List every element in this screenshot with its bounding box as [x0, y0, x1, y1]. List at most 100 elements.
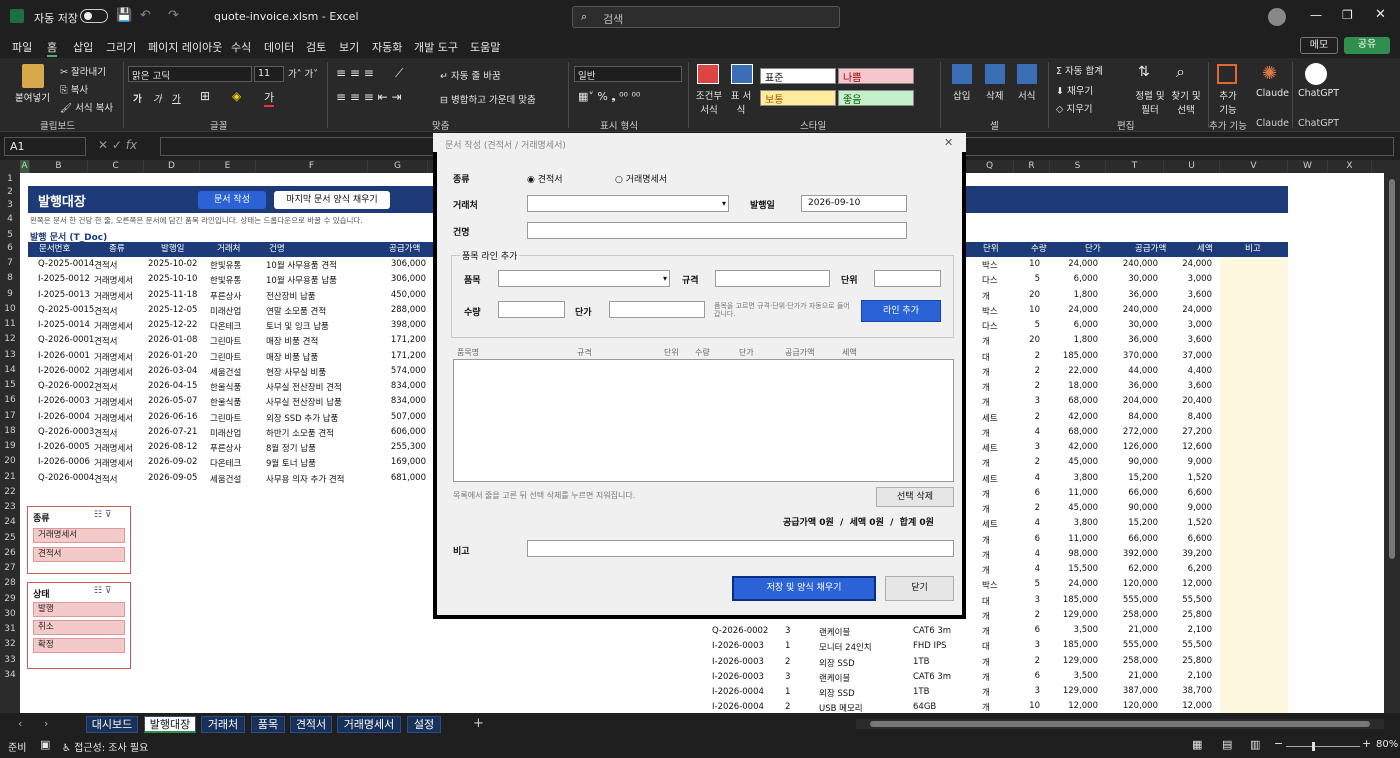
line-cell[interactable]: 개: [982, 564, 990, 576]
doc-cell[interactable]: 2026-09-02: [148, 457, 197, 467]
find-select-button[interactable]: 찾기 및 선택: [1168, 88, 1204, 116]
doc-cell[interactable]: 2025-12-22: [148, 320, 197, 330]
line-cell[interactable]: 24,000: [1068, 305, 1098, 315]
doc-cell[interactable]: 거래명세서: [94, 351, 133, 363]
line-cell[interactable]: CAT6 3m: [913, 672, 951, 682]
multi-select-icon[interactable]: ☷ ⊽: [94, 510, 112, 520]
insert-cells-icon[interactable]: [952, 64, 972, 84]
doc-cell[interactable]: 다온테크: [210, 320, 241, 332]
col-header[interactable]: A: [20, 160, 30, 173]
line-cell[interactable]: 24,000: [1068, 259, 1098, 269]
table-format-icon[interactable]: [731, 64, 753, 84]
doc-cell[interactable]: Q-2026-0002: [38, 381, 94, 391]
line-cell[interactable]: 36,000: [1128, 381, 1158, 391]
font-size-select[interactable]: 11: [254, 66, 284, 82]
item-select[interactable]: ▾: [498, 270, 670, 287]
line-cell[interactable]: 387,000: [1123, 686, 1158, 696]
doc-cell[interactable]: 2026-01-08: [148, 335, 197, 345]
doc-cell[interactable]: 450,000: [391, 290, 426, 300]
line-cell[interactable]: 3: [1035, 396, 1040, 406]
line-cell[interactable]: 12,000: [1182, 579, 1212, 589]
doc-cell[interactable]: 171,200: [391, 351, 426, 361]
doc-cell[interactable]: 사무실 전산장비 납품: [266, 396, 342, 408]
add-line-button[interactable]: 라인 추가: [861, 300, 941, 322]
line-cell[interactable]: 3: [1035, 442, 1040, 452]
line-cell[interactable]: 2: [1035, 610, 1040, 620]
doc-cell[interactable]: 미래산업: [210, 427, 241, 439]
line-cell[interactable]: 개: [982, 656, 990, 668]
tab-prev-icon[interactable]: ‹: [18, 717, 22, 730]
doc-cell[interactable]: 그린마트: [210, 351, 241, 363]
tab-clients[interactable]: 거래처: [201, 716, 245, 733]
line-cell[interactable]: 126,000: [1123, 442, 1158, 452]
doc-cell[interactable]: 2025-10-02: [148, 259, 197, 269]
line-cell[interactable]: 42,000: [1068, 442, 1098, 452]
line-cell[interactable]: 외장 SSD: [819, 657, 855, 669]
font-color-icon[interactable]: 가: [264, 89, 275, 107]
doc-cell[interactable]: 2026-05-07: [148, 396, 197, 406]
number-format-select[interactable]: 일반: [574, 66, 682, 82]
doc-cell[interactable]: I-2026-0001: [38, 351, 90, 361]
line-cell[interactable]: I-2026-0003: [712, 672, 764, 682]
doc-cell[interactable]: 미래산업: [210, 305, 241, 317]
doc-cell[interactable]: 2026-09-05: [148, 473, 197, 483]
add-sheet-icon[interactable]: +: [473, 716, 484, 731]
conditional-format-button[interactable]: 조건부 서식: [694, 88, 724, 116]
line-cell[interactable]: USB 메모리: [819, 702, 863, 713]
table-format-button[interactable]: 표 서식: [730, 88, 752, 116]
undo-icon[interactable]: ↶: [140, 8, 151, 23]
doc-cell[interactable]: 거래명세서: [94, 396, 133, 408]
cut-button[interactable]: ✂ 잘라내기: [60, 64, 106, 78]
line-cell[interactable]: 외장 SSD: [819, 687, 855, 699]
doc-cell[interactable]: 2026-04-15: [148, 381, 197, 391]
col-header[interactable]: Q: [966, 160, 1014, 173]
doc-cell[interactable]: 전산장비 납품: [266, 290, 316, 302]
col-header[interactable]: D: [144, 160, 200, 173]
line-cell[interactable]: 6: [1035, 671, 1040, 681]
line-cell[interactable]: 1,520: [1188, 518, 1212, 528]
line-cell[interactable]: 대: [982, 595, 990, 607]
sort-filter-button[interactable]: 정렬 및 필터: [1134, 88, 1166, 116]
line-cell[interactable]: 9,000: [1188, 503, 1212, 513]
line-cell[interactable]: 2: [1035, 366, 1040, 376]
doc-cell[interactable]: I-2025-0012: [38, 274, 90, 284]
line-cell[interactable]: 3,800: [1074, 518, 1098, 528]
line-cell[interactable]: 5: [1035, 274, 1040, 284]
line-cell[interactable]: 185,000: [1063, 640, 1098, 650]
line-cell[interactable]: 12,000: [1182, 701, 1212, 711]
line-cell[interactable]: 2: [1035, 381, 1040, 391]
line-cell[interactable]: 6,600: [1188, 488, 1212, 498]
line-cell[interactable]: 68,000: [1068, 427, 1098, 437]
line-cell[interactable]: 36,000: [1128, 290, 1158, 300]
sort-filter-icon[interactable]: ⇅: [1138, 64, 1150, 80]
line-cell[interactable]: 9,000: [1188, 457, 1212, 467]
row-header[interactable]: 33: [0, 655, 20, 665]
tab-invoice[interactable]: 거래명세서: [337, 716, 401, 733]
italic-icon[interactable]: 가: [153, 91, 162, 105]
delete-cells-icon[interactable]: [985, 64, 1005, 84]
doc-cell[interactable]: 세움건설: [210, 473, 241, 485]
line-cell[interactable]: 1: [785, 641, 790, 651]
line-cell[interactable]: 다스: [982, 320, 998, 332]
macro-record-icon[interactable]: ▣: [40, 738, 50, 751]
line-cell[interactable]: Q-2026-0002: [712, 626, 768, 636]
doc-cell[interactable]: Q-2026-0003: [38, 427, 94, 437]
line-cell[interactable]: 20: [1029, 335, 1040, 345]
menu-automate[interactable]: 자동화: [372, 39, 402, 55]
name-box[interactable]: A1: [4, 137, 86, 156]
doc-cell[interactable]: 견적서: [94, 259, 117, 271]
insert-cells-button[interactable]: 삽입: [953, 88, 970, 102]
row-header[interactable]: 12: [0, 334, 20, 344]
row-header[interactable]: 15: [0, 380, 20, 390]
tab-next-icon[interactable]: ›: [44, 717, 48, 730]
line-cell[interactable]: 185,000: [1063, 351, 1098, 361]
doc-cell[interactable]: 외장 SSD 추가 납품: [266, 412, 338, 424]
tab-settings[interactable]: 설정: [407, 716, 441, 733]
line-cell[interactable]: 24,000: [1182, 259, 1212, 269]
line-cell[interactable]: 1TB: [913, 687, 929, 697]
line-cell[interactable]: 개: [982, 686, 990, 698]
row-header[interactable]: 17: [0, 411, 20, 421]
menu-help[interactable]: 도움말: [470, 39, 500, 55]
row-header[interactable]: 23: [0, 502, 20, 512]
style-neutral[interactable]: 보통: [760, 90, 836, 106]
